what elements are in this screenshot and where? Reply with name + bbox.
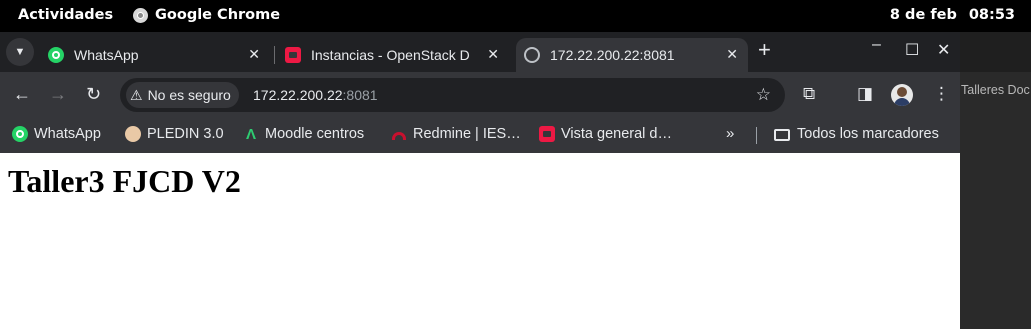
page-heading: Taller3 FJCD V2 [8,163,241,199]
clock-date: 8 de feb [889,7,957,23]
background-window[interactable]: Talleres Doc [960,32,1031,329]
bookmark-item[interactable]: PLEDIN 3.0 [125,126,224,142]
whatsapp-icon [48,47,64,63]
bookmarks-divider [756,127,757,144]
profile-avatar[interactable] [891,84,913,106]
bookmark-label: PLEDIN 3.0 [147,126,224,142]
security-label: No es seguro [147,87,231,103]
system-top-bar: Actividades Google Chrome 8 de feb 08:53 [0,0,1031,32]
clock[interactable]: 8 de feb 08:53 [890,7,1015,23]
folder-icon [774,128,790,141]
bookmark-label: WhatsApp [34,126,101,142]
openstack-icon [285,47,301,63]
forward-button[interactable]: → [49,84,67,104]
tab-close-icon[interactable]: ✕ [248,46,260,63]
address-bar[interactable]: ⚠ No es seguro 172.22.200.22:8081 ☆ [120,78,785,112]
tab-title: Instancias - OpenStack D [311,47,470,63]
bookmark-item[interactable]: Λ Moodle centros [243,125,365,143]
side-panel-icon[interactable]: ◨ [857,84,873,104]
security-chip[interactable]: ⚠ No es seguro [126,82,239,108]
new-tab-button[interactable]: + [758,39,771,61]
page-content: Taller3 FJCD V2 [0,153,960,329]
all-bookmarks-label: Todos los marcadores [797,126,939,142]
tab-strip: ▼ WhatsApp ✕ Instancias - OpenStack D ✕ … [0,32,960,72]
more-menu-icon[interactable]: ⋮ [933,84,950,104]
activities-button[interactable]: Actividades [18,7,113,23]
url-host: 172.22.200.22 [253,87,343,103]
tab-whatsapp[interactable]: WhatsApp ✕ [38,38,270,72]
background-window-titlebar [960,32,1031,72]
chrome-window: ▼ WhatsApp ✕ Instancias - OpenStack D ✕ … [0,32,960,329]
tab-title: 172.22.200.22:8081 [550,47,675,63]
bookmark-label: Vista general d… [561,126,672,142]
tab-title: WhatsApp [74,47,139,63]
maximize-icon[interactable]: ☐ [905,40,919,60]
tab-close-icon[interactable]: ✕ [487,46,499,63]
bookmark-item[interactable]: Vista general d… [539,126,672,142]
whatsapp-icon [12,126,28,142]
bookmarks-overflow-button[interactable]: » [726,125,734,142]
browser-toolbar: ← → ↻ ⚠ No es seguro 172.22.200.22:8081 … [0,72,960,117]
tab-openstack[interactable]: Instancias - OpenStack D ✕ [277,38,509,72]
tab-active-page[interactable]: 172.22.200.22:8081 ✕ [516,38,748,72]
url-text[interactable]: 172.22.200.22:8081 [253,87,378,103]
bookmark-label: Redmine | IES… [413,126,521,142]
chrome-icon [133,7,148,23]
bookmark-item[interactable]: Redmine | IES… [391,126,521,142]
clock-time: 08:53 [968,7,1015,23]
extensions-icon[interactable]: ⧉ [803,84,815,104]
reload-button[interactable]: ↻ [86,84,101,104]
tab-search-button[interactable]: ▼ [6,38,34,66]
redmine-icon [391,126,407,142]
tab-separator [274,46,275,64]
warning-icon: ⚠ [130,86,143,103]
background-window-text: Talleres Doc [961,83,1030,97]
openstack-icon [539,126,555,142]
back-button[interactable]: ← [13,84,31,104]
bookmark-star-icon[interactable]: ☆ [756,85,771,105]
tab-close-icon[interactable]: ✕ [726,46,738,63]
bookmark-item[interactable]: WhatsApp [12,126,101,142]
pledin-icon [125,126,141,142]
moodle-icon: Λ [245,125,256,143]
app-menu[interactable]: Google Chrome [133,7,280,23]
close-window-icon[interactable]: ✕ [937,40,950,60]
minimize-icon[interactable]: – [872,36,881,54]
url-port: :8081 [342,87,378,103]
bookmarks-bar: WhatsApp PLEDIN 3.0 Λ Moodle centros Red… [0,117,960,153]
bookmark-label: Moodle centros [265,126,365,142]
app-menu-label: Google Chrome [155,7,281,23]
all-bookmarks-button[interactable]: Todos los marcadores [774,126,939,142]
chevron-down-icon: ▼ [14,46,26,58]
globe-icon [524,47,540,63]
